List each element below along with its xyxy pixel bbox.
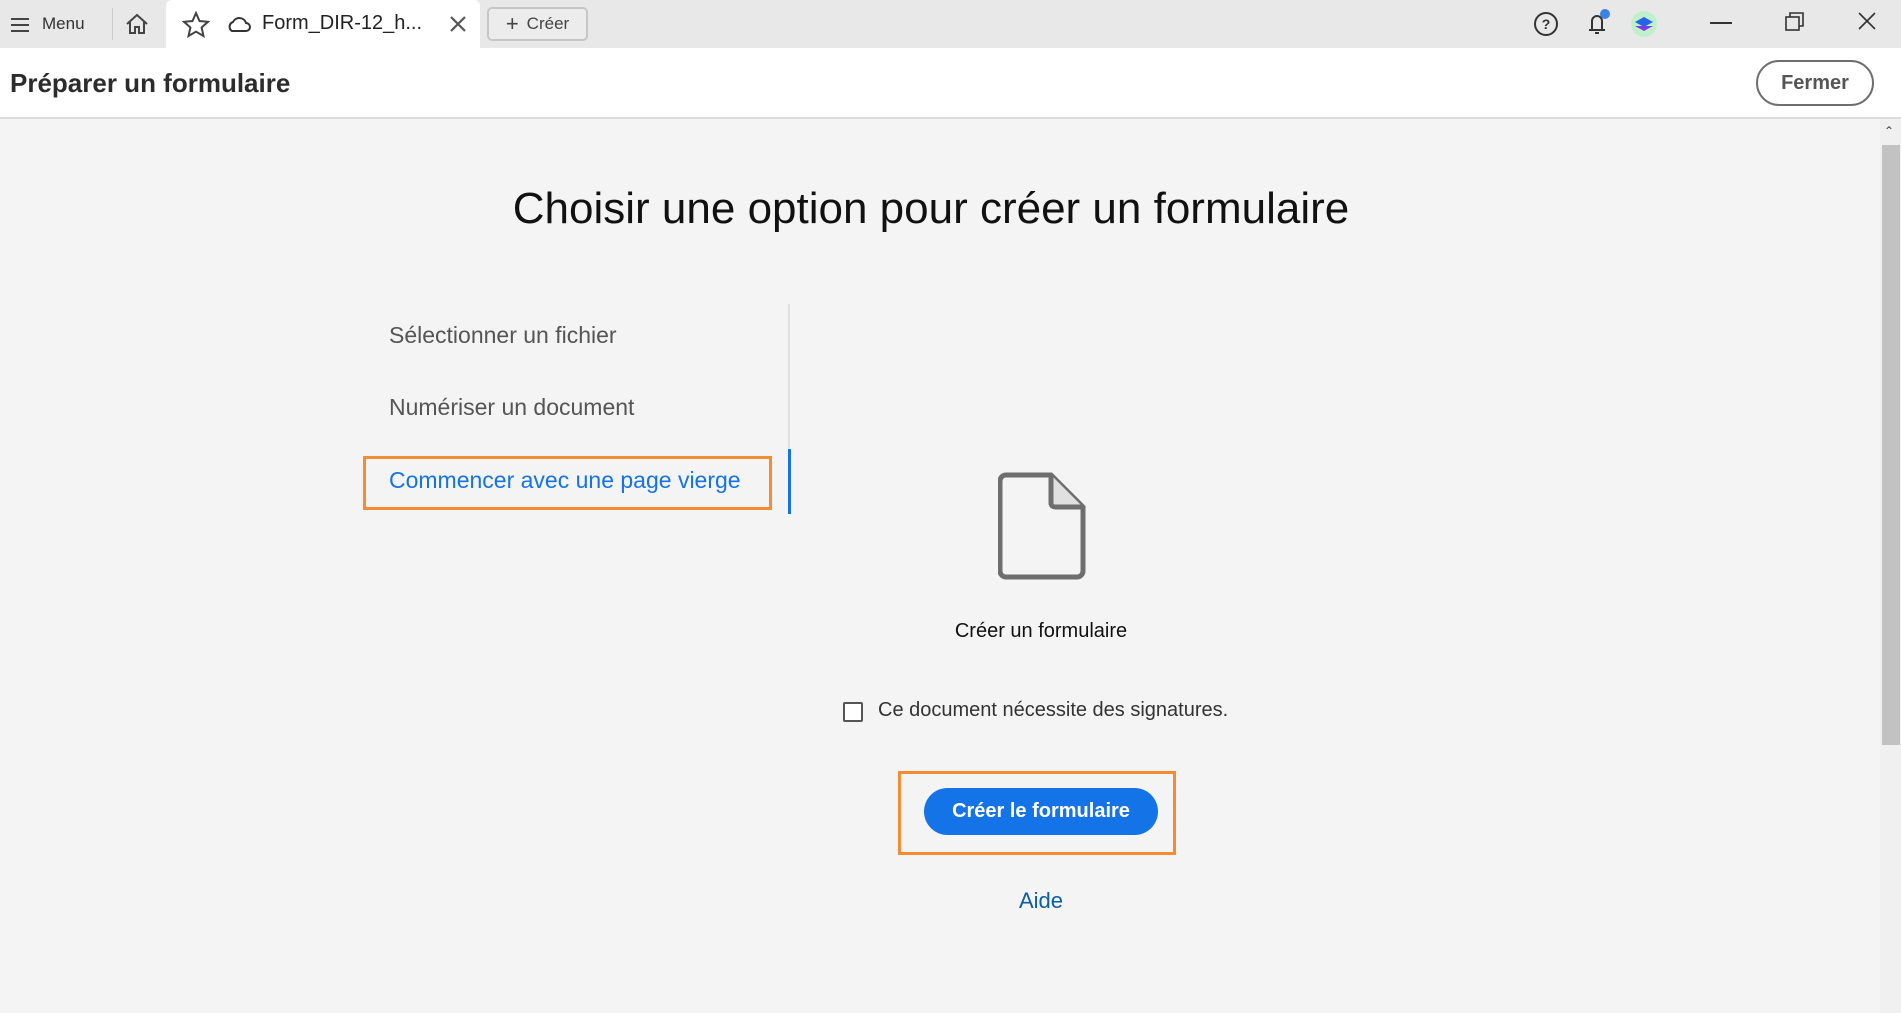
window-close-icon[interactable] [1858,12,1876,30]
tab-bar: Menu Form_DIR-12_h... + Créer ? [0,0,1901,48]
plus-icon: + [505,11,519,36]
signature-checkbox[interactable] [843,702,863,722]
page-title: Préparer un formulaire [10,68,291,98]
minimize-icon[interactable] [1710,22,1732,24]
blank-document-icon [998,472,1086,580]
document-tab[interactable]: Form_DIR-12_h... [166,0,480,48]
option-select-file[interactable]: Sélectionner un fichier [389,322,617,349]
menu-label: Menu [42,14,85,33]
tab-title: Form_DIR-12_h... [262,12,423,34]
scroll-up-icon[interactable]: ⌃ [1884,124,1894,138]
help-icon[interactable]: ? [1533,11,1559,37]
avatar-icon[interactable] [1630,10,1658,38]
option-scan-document[interactable]: Numériser un document [389,394,634,421]
signature-checkbox-label[interactable]: Ce document nécessite des signatures. [878,699,1228,722]
restore-icon[interactable] [1785,12,1805,32]
help-link[interactable]: Aide [741,888,1341,914]
create-form-button[interactable]: Créer le formulaire [924,788,1158,835]
star-icon[interactable] [182,11,210,38]
cloud-icon [228,17,251,32]
file-caption: Créer un formulaire [954,620,1128,642]
notification-bell-icon[interactable] [1583,8,1613,38]
main-heading: Choisir une option pour créer un formula… [512,184,1350,233]
selected-indicator [788,449,791,514]
hamburger-icon [11,18,29,32]
home-icon[interactable] [124,12,150,36]
close-tool-button[interactable]: Fermer [1756,60,1874,106]
svg-text:?: ? [1542,16,1551,32]
create-button[interactable]: + Créer [487,7,588,41]
highlight-box [363,456,772,510]
close-tab-icon[interactable] [450,16,466,32]
create-label: Créer [526,14,570,33]
divider [112,8,113,40]
scrollbar-thumb[interactable] [1882,145,1900,745]
tool-header: Préparer un formulaire Fermer [0,48,1901,119]
